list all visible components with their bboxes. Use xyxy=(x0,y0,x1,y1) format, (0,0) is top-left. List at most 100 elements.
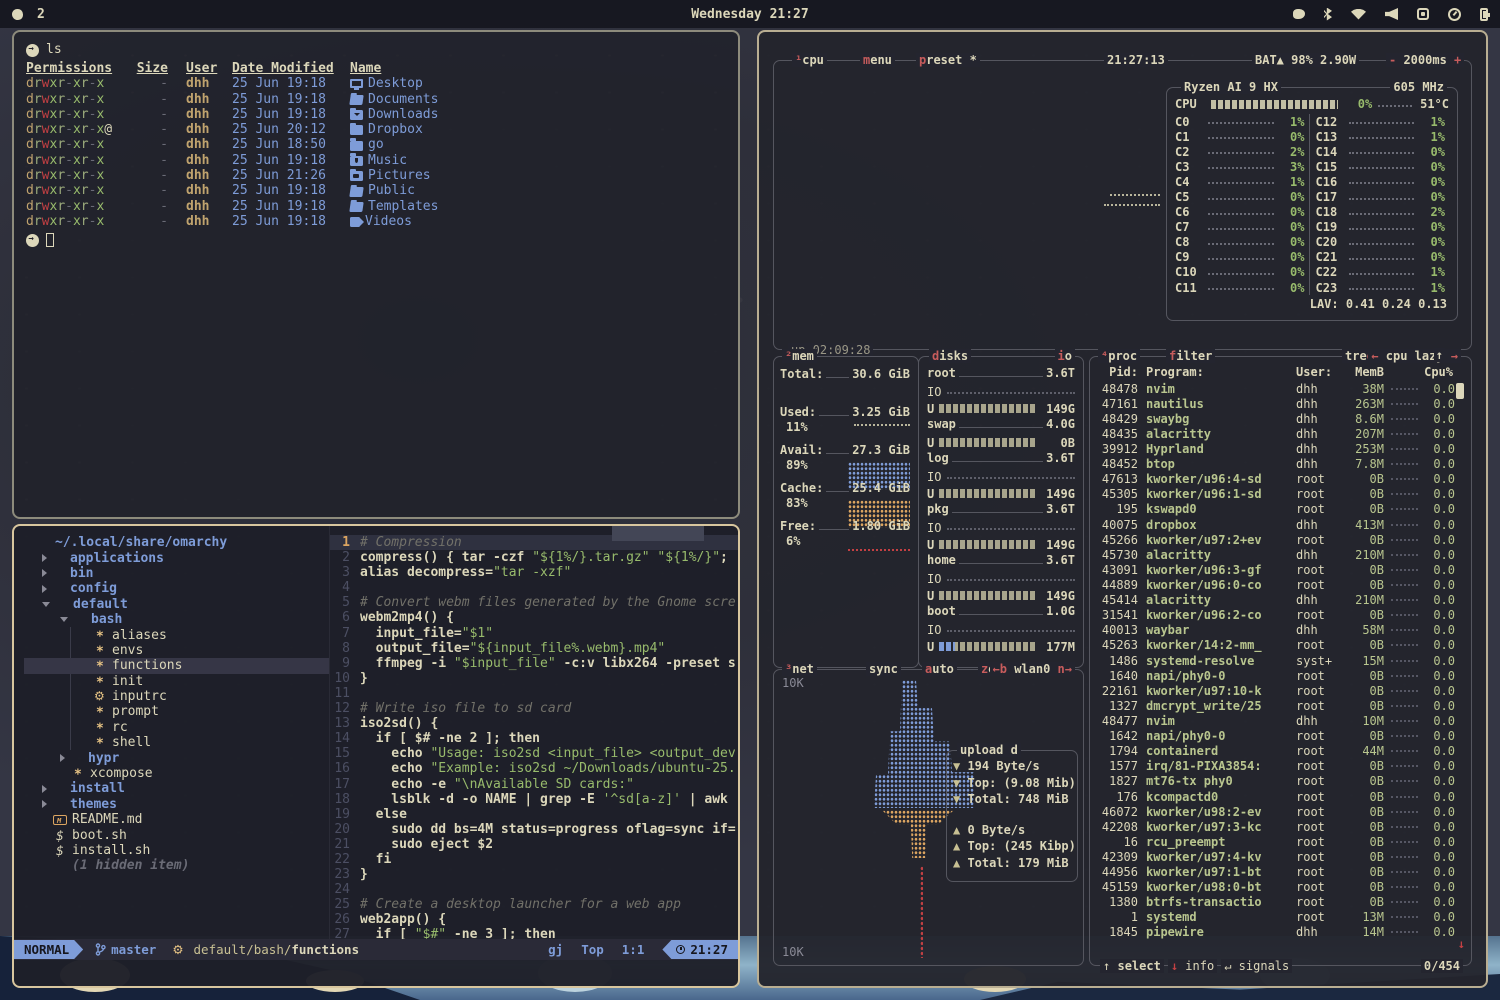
bluetooth-icon[interactable] xyxy=(1324,8,1332,21)
process-row[interactable]: 43091 kworker/u96:3-gf root 0B 0.0 xyxy=(1098,562,1467,577)
process-row[interactable]: 45414 alacritty dhh 210M 0.0 xyxy=(1098,593,1467,608)
process-row[interactable]: 1486 systemd-resolve syst+ 15M 0.0 xyxy=(1098,653,1467,668)
workspace-number[interactable]: 2 xyxy=(37,7,45,22)
tree-item[interactable]: prompt xyxy=(24,704,329,719)
prompt-line[interactable] xyxy=(26,232,726,248)
update-interval[interactable]: - 2000ms + xyxy=(1386,53,1464,67)
process-row[interactable]: 1327 dmcrypt_write/25 root 0B 0.0 xyxy=(1098,698,1467,713)
preset-button[interactable]: preset * xyxy=(916,53,980,67)
process-row[interactable]: 1642 napi/phy0-0 root 0B 0.0 xyxy=(1098,729,1467,744)
tree-item[interactable]: themes xyxy=(24,797,329,812)
wifi-icon[interactable] xyxy=(1351,9,1366,20)
tree-item[interactable]: config xyxy=(24,581,329,596)
tree-item[interactable]: init xyxy=(24,674,329,689)
tab-proc[interactable]: ⁴proc xyxy=(1098,349,1140,363)
process-row[interactable]: 16 rcu_preempt root 0B 0.0 xyxy=(1098,834,1467,849)
process-row[interactable]: 40013 waybar dhh 58M 0.0 xyxy=(1098,623,1467,638)
chevron-icon[interactable] xyxy=(42,569,47,577)
signals-button[interactable]: signals xyxy=(1239,959,1290,973)
code-buffer[interactable]: 1 # Compression 2 compress() { tar -czf … xyxy=(330,526,738,939)
process-row[interactable]: 48477 nvim dhh 10M 0.0 xyxy=(1098,713,1467,728)
process-row[interactable]: 1827 mt76-tx phy0 root 0B 0.0 xyxy=(1098,774,1467,789)
process-row[interactable]: 46072 kworker/u98:2-ev root 0B 0.0 xyxy=(1098,804,1467,819)
tree-item[interactable]: bin xyxy=(24,566,329,581)
process-row[interactable]: 48435 alacritty dhh 207M 0.0 xyxy=(1098,426,1467,441)
process-row[interactable]: 1794 containerd root 44M 0.0 xyxy=(1098,744,1467,759)
process-row[interactable]: 39912 Hyprland dhh 253M 0.0 xyxy=(1098,441,1467,456)
process-row[interactable]: 44889 kworker/u96:0-co root 0B 0.0 xyxy=(1098,577,1467,592)
omarchy-logo-icon[interactable] xyxy=(1293,9,1305,19)
proc-scrollbar-thumb[interactable] xyxy=(1456,383,1464,399)
screen-share-icon[interactable] xyxy=(1417,8,1429,20)
tree-item[interactable]: xcompose xyxy=(24,766,329,781)
tree-item[interactable]: bash xyxy=(24,612,329,627)
process-row[interactable]: 22161 kworker/u97:10-k root 0B 0.0 xyxy=(1098,683,1467,698)
tree-item[interactable]: ~/.local/share/omarchy xyxy=(24,535,329,550)
tree-item[interactable]: inputrc xyxy=(24,689,329,704)
chevron-icon[interactable] xyxy=(60,754,65,762)
info-button[interactable]: info xyxy=(1185,959,1214,973)
tree-item[interactable]: aliases xyxy=(24,627,329,642)
tree-item[interactable]: hypr xyxy=(24,750,329,765)
process-row[interactable]: 195 kswapd0 root 0B 0.0 xyxy=(1098,502,1467,517)
chevron-icon[interactable] xyxy=(42,785,47,793)
process-row[interactable]: 48429 swaybg dhh 8.6M 0.0 xyxy=(1098,411,1467,426)
process-row[interactable]: 31541 kworker/u96:2-co root 0B 0.0 xyxy=(1098,608,1467,623)
tree-item[interactable]: install.sh xyxy=(24,843,329,858)
chevron-icon[interactable] xyxy=(42,554,47,562)
net-sync-button[interactable]: sync xyxy=(866,662,901,676)
process-row[interactable]: 44956 kworker/u97:1-bt root 0B 0.0 xyxy=(1098,865,1467,880)
process-row[interactable]: 45730 alacritty dhh 210M 0.0 xyxy=(1098,547,1467,562)
scrollbar-thumb[interactable] xyxy=(612,526,704,541)
tree-item[interactable]: envs xyxy=(24,643,329,658)
process-row[interactable]: 1640 napi/phy0-0 root 0B 0.0 xyxy=(1098,668,1467,683)
tree-item[interactable]: install xyxy=(24,781,329,796)
tree-item[interactable]: boot.sh xyxy=(24,827,329,842)
tab-cpu[interactable]: ¹cpu xyxy=(792,53,827,67)
gauge-icon[interactable] xyxy=(1448,8,1461,21)
process-row[interactable]: 48452 btop dhh 7.8M 0.0 xyxy=(1098,457,1467,472)
select-button[interactable]: select xyxy=(1117,959,1160,973)
tab-disks[interactable]: disks xyxy=(929,349,971,363)
tree-item[interactable]: (1 hidden item) xyxy=(24,858,329,873)
tree-item[interactable]: rc xyxy=(24,720,329,735)
chevron-icon[interactable] xyxy=(42,800,47,808)
chevron-icon[interactable] xyxy=(60,617,68,622)
workspace-dot-icon[interactable] xyxy=(12,9,23,20)
process-row[interactable]: 40075 dropbox dhh 413M 0.0 xyxy=(1098,517,1467,532)
scroll-down-arrow[interactable]: ↓ xyxy=(1458,937,1465,951)
process-row[interactable]: 48478 nvim dhh 38M 0.0 xyxy=(1098,381,1467,396)
process-row[interactable]: 42208 kworker/u97:3-kc root 0B 0.0 xyxy=(1098,819,1467,834)
net-interface[interactable]: ←b wlan0 n→ xyxy=(990,662,1076,676)
volume-icon[interactable] xyxy=(1385,8,1398,20)
scroll-up-arrow[interactable]: ↑ xyxy=(1434,348,1445,362)
process-row[interactable]: 45263 kworker/14:2-mm_ root 0B 0.0 xyxy=(1098,638,1467,653)
process-row[interactable]: 45159 kworker/u98:0-bt root 0B 0.0 xyxy=(1098,880,1467,895)
process-row[interactable]: 1380 btrfs-transactio root 0B 0.0 xyxy=(1098,895,1467,910)
process-row[interactable]: 176 kcompactd0 root 0B 0.0 xyxy=(1098,789,1467,804)
filter-button[interactable]: filter xyxy=(1166,349,1215,363)
tree-item[interactable]: shell xyxy=(24,735,329,750)
tab-mem[interactable]: ²mem xyxy=(782,349,817,363)
tree-item[interactable]: default xyxy=(24,597,329,612)
process-row[interactable]: 47613 kworker/u96:4-sd root 0B 0.0 xyxy=(1098,472,1467,487)
sort-selector[interactable]: ← cpu lazy → xyxy=(1368,349,1461,363)
process-row[interactable]: 47161 nautilus dhh 263M 0.0 xyxy=(1098,396,1467,411)
process-row[interactable]: 1577 irq/81-PIXA3854: root 0B 0.0 xyxy=(1098,759,1467,774)
tree-item[interactable]: functions xyxy=(24,658,329,673)
menu-button[interactable]: menu xyxy=(860,53,895,67)
process-row[interactable]: 1 systemd root 13M 0.0 xyxy=(1098,910,1467,925)
battery-icon[interactable] xyxy=(1480,8,1488,21)
mem-stat: Avail:27.3 GiB 89% xyxy=(780,443,910,472)
chevron-icon[interactable] xyxy=(42,602,50,607)
net-auto-button[interactable]: auto xyxy=(922,662,957,676)
process-row[interactable]: 1845 pipewire dhh 14M 0.0 xyxy=(1098,925,1467,940)
chevron-icon[interactable] xyxy=(42,585,47,593)
tree-item[interactable]: applications xyxy=(24,550,329,565)
process-row[interactable]: 45266 kworker/u97:2+ev root 0B 0.0 xyxy=(1098,532,1467,547)
tab-net[interactable]: ³net xyxy=(782,662,817,676)
tab-io[interactable]: io xyxy=(1055,349,1075,363)
process-row[interactable]: 45305 kworker/u96:1-sd root 0B 0.0 xyxy=(1098,487,1467,502)
tree-item[interactable]: README.md xyxy=(24,812,329,827)
process-row[interactable]: 42309 kworker/u97:4-kv root 0B 0.0 xyxy=(1098,849,1467,864)
